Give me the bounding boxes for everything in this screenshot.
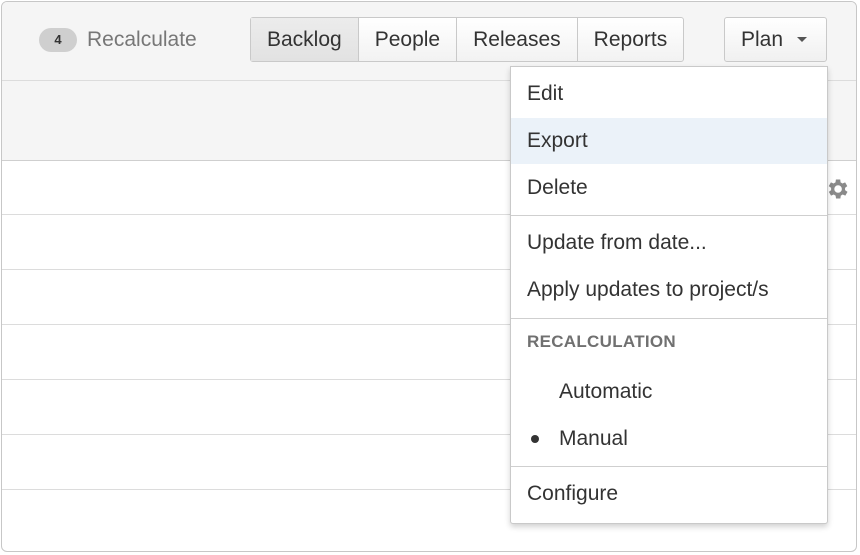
- plan-dropdown-button[interactable]: Plan: [724, 17, 827, 62]
- menu-divider: [511, 466, 827, 467]
- plan-dropdown-menu: Edit Export Delete Update from date... A…: [510, 66, 828, 524]
- menu-item-delete[interactable]: Delete: [511, 165, 827, 211]
- menu-divider: [511, 318, 827, 319]
- tab-releases[interactable]: Releases: [456, 18, 577, 61]
- tab-reports[interactable]: Reports: [576, 18, 684, 61]
- menu-item-manual-label: Manual: [559, 427, 628, 450]
- menu-item-export[interactable]: Export: [511, 118, 827, 164]
- menu-item-apply-updates[interactable]: Apply updates to project/s: [511, 267, 827, 313]
- recalculate-label: Recalculate: [87, 28, 197, 51]
- plan-button-label: Plan: [741, 27, 784, 51]
- caret-down-icon: [797, 37, 808, 42]
- menu-item-automatic-label: Automatic: [559, 380, 653, 403]
- menu-item-automatic[interactable]: Automatic: [511, 369, 827, 415]
- recalculate-count-badge: 4: [39, 28, 77, 52]
- menu-item-update-from-date[interactable]: Update from date...: [511, 220, 827, 266]
- menu-item-edit[interactable]: Edit: [511, 71, 827, 117]
- selected-bullet-icon: [531, 435, 539, 443]
- menu-item-configure[interactable]: Configure: [511, 471, 827, 517]
- menu-divider: [511, 215, 827, 216]
- tab-backlog[interactable]: Backlog: [251, 18, 358, 61]
- tab-people[interactable]: People: [357, 18, 456, 61]
- recalculation-heading: RECALCULATION: [527, 332, 677, 351]
- view-tabs: Backlog People Releases Reports: [250, 17, 685, 62]
- recalculate-button[interactable]: 4 Recalculate: [39, 28, 197, 52]
- menu-item-manual[interactable]: Manual: [511, 416, 827, 462]
- app-frame: 4 Recalculate Backlog People Releases Re…: [1, 1, 857, 552]
